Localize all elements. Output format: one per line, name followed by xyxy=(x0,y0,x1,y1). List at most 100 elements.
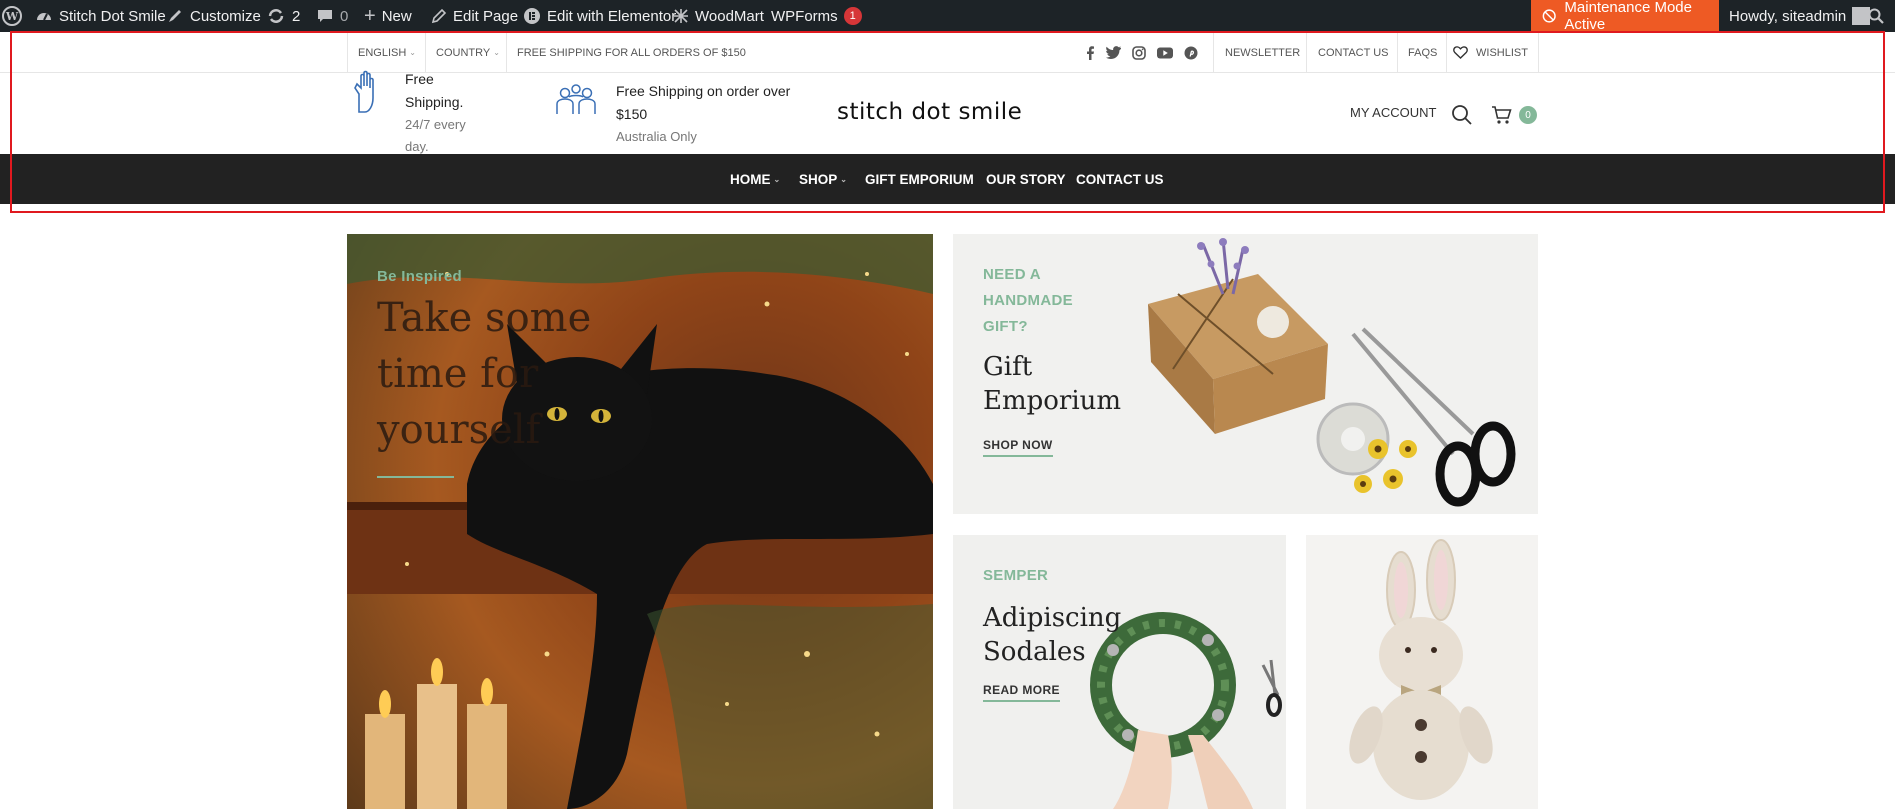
faqs-link[interactable]: FAQS xyxy=(1408,32,1437,73)
banner-subtitle: NEED A xyxy=(983,266,1041,283)
maintenance-icon xyxy=(1542,9,1556,23)
comment-icon xyxy=(318,10,332,22)
main-navigation: HOME ⌄ SHOP ⌄ GIFT EMPORIUM OUR STORY CONT… xyxy=(0,154,1895,204)
wpforms-badge: 1 xyxy=(843,7,862,25)
admin-elementor-label: Edit with Elementor xyxy=(547,7,677,25)
wishlist-link[interactable]: WISHLIST xyxy=(1453,32,1528,73)
banner-title-line: Take some xyxy=(377,295,592,341)
banner-title: Adipiscing Sodales xyxy=(983,601,1121,669)
heart-icon xyxy=(1453,46,1468,59)
banner-underline xyxy=(377,476,454,478)
search-button[interactable] xyxy=(1451,104,1473,131)
chevron-down-icon: ⌄ xyxy=(493,48,500,57)
admin-wpforms-link[interactable]: WPForms 1 xyxy=(771,0,862,32)
banner-title-line: time for xyxy=(377,351,539,397)
wp-admin-bar: W Stitch Dot Smile Customize 2 0 + New E… xyxy=(0,0,1895,33)
banner-gift-content: NEED A HANDMADE GIFT? Gift Emporium SHOP… xyxy=(983,262,1121,457)
info-subtitle: Australia Only xyxy=(616,129,697,144)
admin-woodmart-link[interactable]: WoodMart xyxy=(673,0,764,32)
pinterest-icon[interactable] xyxy=(1184,46,1198,60)
wordpress-logo-icon[interactable]: W xyxy=(2,0,22,32)
nav-item-our-story[interactable]: OUR STORY xyxy=(986,154,1066,204)
people-icon xyxy=(554,84,598,123)
banner-main[interactable]: Be Inspired Take some time for yourself xyxy=(347,234,933,809)
divider xyxy=(347,32,348,73)
country-label: COUNTRY xyxy=(436,46,491,59)
admin-comments-count: 0 xyxy=(340,7,349,25)
admin-customize-link[interactable]: Customize xyxy=(166,0,261,32)
banner-subtitle: GIFT? xyxy=(983,318,1028,335)
instagram-icon[interactable] xyxy=(1132,45,1146,60)
nav-item-gift-emporium[interactable]: GIFT EMPORIUM xyxy=(865,154,974,204)
banner-main-content: Be Inspired Take some time for yourself xyxy=(377,264,591,478)
divider xyxy=(1397,32,1398,73)
info-title: $150 xyxy=(616,106,648,122)
my-account-link[interactable]: MY ACCOUNT xyxy=(1350,105,1436,120)
banner-gift-emporium[interactable]: NEED A HANDMADE GIFT? Gift Emporium SHOP… xyxy=(953,234,1538,514)
admin-comments-link[interactable]: 0 xyxy=(316,0,348,32)
divider xyxy=(425,32,426,73)
woodmart-icon xyxy=(674,9,688,23)
banner-bunny[interactable] xyxy=(1306,535,1538,809)
elementor-icon xyxy=(524,8,540,24)
nav-item-label: SHOP xyxy=(799,171,838,187)
contact-us-link[interactable]: CONTACT US xyxy=(1318,32,1389,73)
chevron-down-icon: ⌄ xyxy=(773,174,781,184)
divider xyxy=(1213,32,1214,73)
plus-icon: + xyxy=(364,5,376,27)
newsletter-link[interactable]: NEWSLETTER xyxy=(1225,32,1300,73)
banner-semper[interactable]: SEMPER Adipiscing Sodales READ MORE xyxy=(953,535,1286,809)
site-header: Free Shipping. 24/7 every day. Free Ship… xyxy=(0,70,1895,154)
divider xyxy=(1306,32,1307,73)
read-more-button[interactable]: READ MORE xyxy=(983,683,1060,702)
banner-subtitle: Be Inspired xyxy=(377,268,462,285)
banner-title: Take some time for yourself xyxy=(377,290,591,458)
banner-title-line: Emporium xyxy=(983,386,1122,416)
admin-customize-label: Customize xyxy=(190,7,261,25)
language-selector[interactable]: ENGLISH ⌄ xyxy=(358,32,416,73)
language-label: ENGLISH xyxy=(358,46,407,59)
info-title: Free Shipping on order over xyxy=(616,83,791,99)
shipping-notice: FREE SHIPPING FOR ALL ORDERS OF $150 xyxy=(517,46,746,59)
search-icon xyxy=(1452,105,1472,125)
hand-icon xyxy=(349,70,383,119)
admin-account-link[interactable]: Howdy, siteadmin xyxy=(1729,0,1871,32)
admin-edit-page-link[interactable]: Edit Page xyxy=(431,0,518,32)
admin-updates-count: 2 xyxy=(292,7,301,25)
admin-site-link[interactable]: Stitch Dot Smile xyxy=(35,0,166,32)
banner-subtitle: HANDMADE xyxy=(983,292,1073,309)
banner-semper-content: SEMPER Adipiscing Sodales READ MORE xyxy=(983,563,1121,702)
cart-count-badge: 0 xyxy=(1519,106,1537,124)
admin-elementor-link[interactable]: Edit with Elementor xyxy=(523,0,676,32)
social-icons xyxy=(1085,32,1198,73)
wishlist-label: WISHLIST xyxy=(1476,46,1528,59)
twitter-icon[interactable] xyxy=(1106,46,1121,59)
info-title: Shipping. xyxy=(405,94,464,110)
divider xyxy=(1538,32,1539,73)
cart-button[interactable]: 0 xyxy=(1491,105,1537,125)
chevron-down-icon: ⌄ xyxy=(409,48,416,57)
country-selector[interactable]: COUNTRY ⌄ xyxy=(436,32,500,73)
nav-item-contact-us[interactable]: CONTACT US xyxy=(1076,154,1164,204)
shop-now-button[interactable]: SHOP NOW xyxy=(983,438,1053,457)
youtube-icon[interactable] xyxy=(1157,47,1173,59)
admin-edit-page-label: Edit Page xyxy=(453,7,519,25)
admin-search-button[interactable] xyxy=(1867,0,1885,32)
bunny-plush-illustration xyxy=(1349,539,1493,800)
maintenance-label: Maintenance Mode Active xyxy=(1564,0,1692,33)
admin-new-label: New xyxy=(381,7,412,25)
search-icon xyxy=(1868,8,1884,24)
site-logo[interactable]: stitch dot smile xyxy=(837,99,1022,125)
facebook-icon[interactable] xyxy=(1085,45,1095,60)
admin-updates-link[interactable]: 2 xyxy=(266,0,300,32)
nav-item-shop[interactable]: SHOP ⌄ xyxy=(799,154,847,204)
admin-new-link[interactable]: + New xyxy=(364,0,412,32)
nav-item-home[interactable]: HOME ⌄ xyxy=(730,154,780,204)
info-shipping-order: Free Shipping on order over $150 Austral… xyxy=(616,80,790,148)
pencil-icon xyxy=(431,8,447,24)
howdy-label: Howdy, siteadmin xyxy=(1729,7,1847,25)
svg-text:W: W xyxy=(5,10,19,23)
info-title: Free xyxy=(405,71,434,87)
maintenance-mode-indicator[interactable]: Maintenance Mode Active xyxy=(1531,0,1719,33)
info-free-shipping: Free Shipping. 24/7 every day. xyxy=(405,68,466,158)
